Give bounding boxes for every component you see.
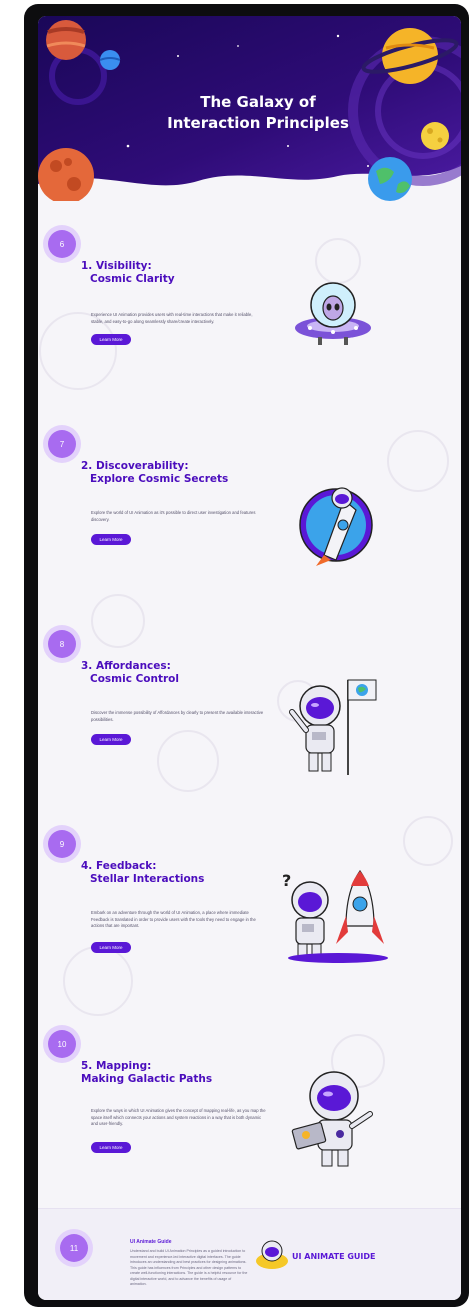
section-heading: 2. Discoverability: Explore Cosmic Secre…	[81, 460, 228, 486]
astronaut-question-rocket-illustration: ?	[282, 869, 388, 963]
footer-title: UI Animate Guide	[130, 1239, 172, 1245]
hero-banner: The Galaxy of Interaction Principles	[38, 16, 461, 201]
ui-animate-guide-logo-icon	[256, 1240, 288, 1269]
learn-more-button[interactable]: Learn More	[91, 942, 131, 953]
principle-section-mapping: 10 5. Mapping: Making Galactic Paths Exp…	[38, 1030, 461, 1235]
section-heading: 3. Affordances: Cosmic Control	[81, 660, 179, 686]
astronaut-laptop-illustration	[291, 1071, 373, 1167]
section-title-line1: 4. Feedback:	[81, 860, 157, 872]
page-screen: The Galaxy of Interaction Principles 6 1…	[38, 16, 461, 1300]
section-description: Explore the world of UI Animation as it'…	[91, 510, 256, 522]
hero-title-line1: The Galaxy of	[200, 93, 316, 111]
section-title-line2: Stellar Interactions	[90, 873, 205, 885]
hero-title: The Galaxy of Interaction Principles	[138, 92, 378, 134]
section-title-line1: 5. Mapping:	[81, 1060, 152, 1072]
section-number-badge: 6	[48, 230, 76, 258]
hero-title-line2: Interaction Principles	[167, 114, 349, 132]
section-title-line2: Cosmic Clarity	[90, 273, 175, 285]
footer-text: Understand and build UI Animation Princi…	[130, 1249, 248, 1286]
svg-text:?: ?	[282, 871, 291, 890]
section-description: Embark on an adventure through the world…	[91, 910, 256, 928]
principle-section-affordances: 8 3. Affordances: Cosmic Control Discove…	[38, 630, 461, 835]
page-background: The Galaxy of Interaction Principles 6 1…	[0, 0, 473, 1311]
moon-icon	[421, 122, 449, 150]
learn-more-button[interactable]: Learn More	[91, 734, 131, 745]
principle-section-discoverability: 7 2. Discoverability: Explore Cosmic Sec…	[38, 430, 461, 635]
principle-section-visibility: 6 1. Visibility: Cosmic Clarity Experien…	[38, 230, 461, 435]
section-heading: 1. Visibility: Cosmic Clarity	[81, 260, 175, 286]
section-number-badge: 8	[48, 630, 76, 658]
section-title-line2: Explore Cosmic Secrets	[90, 473, 229, 485]
section-heading: 5. Mapping: Making Galactic Paths	[81, 1060, 212, 1086]
section-title-line1: 2. Discoverability:	[81, 460, 189, 472]
principle-section-feedback: 9 4. Feedback: Stellar Interactions Emba…	[38, 830, 461, 1035]
section-description: Discover the immense possibility of Affo…	[91, 710, 264, 722]
red-planet-icon	[46, 20, 86, 60]
learn-more-button[interactable]: Learn More	[91, 534, 131, 545]
alien-ufo-illustration	[295, 282, 371, 345]
astronaut-flag-illustration	[289, 679, 377, 775]
section-number-badge: 9	[48, 830, 76, 858]
section-number-badge: 10	[48, 1030, 76, 1058]
section-title-line2: Cosmic Control	[90, 673, 179, 685]
section-title-line2: Making Galactic Paths	[81, 1073, 213, 1085]
section-description: Experience UI Animation provides users w…	[91, 312, 253, 324]
earth-icon	[368, 157, 412, 201]
ui-animate-guide-logo-text[interactable]: UI ANIMATE GUIDE	[292, 1252, 376, 1261]
astronaut-rocket-illustration	[299, 487, 373, 566]
learn-more-button[interactable]: Learn More	[91, 334, 131, 345]
page-footer: 11 UI Animate Guide Understand and build…	[38, 1208, 461, 1300]
section-description: Explore the ways in which UI Animation g…	[91, 1108, 266, 1126]
blue-planet-icon	[99, 50, 121, 70]
section-title-line1: 3. Affordances:	[81, 660, 171, 672]
footer-number-badge: 11	[60, 1234, 88, 1262]
learn-more-button[interactable]: Learn More	[91, 1142, 131, 1153]
section-number-badge: 7	[48, 430, 76, 458]
section-title-line1: 1. Visibility:	[81, 260, 152, 272]
section-heading: 4. Feedback: Stellar Interactions	[81, 860, 204, 886]
